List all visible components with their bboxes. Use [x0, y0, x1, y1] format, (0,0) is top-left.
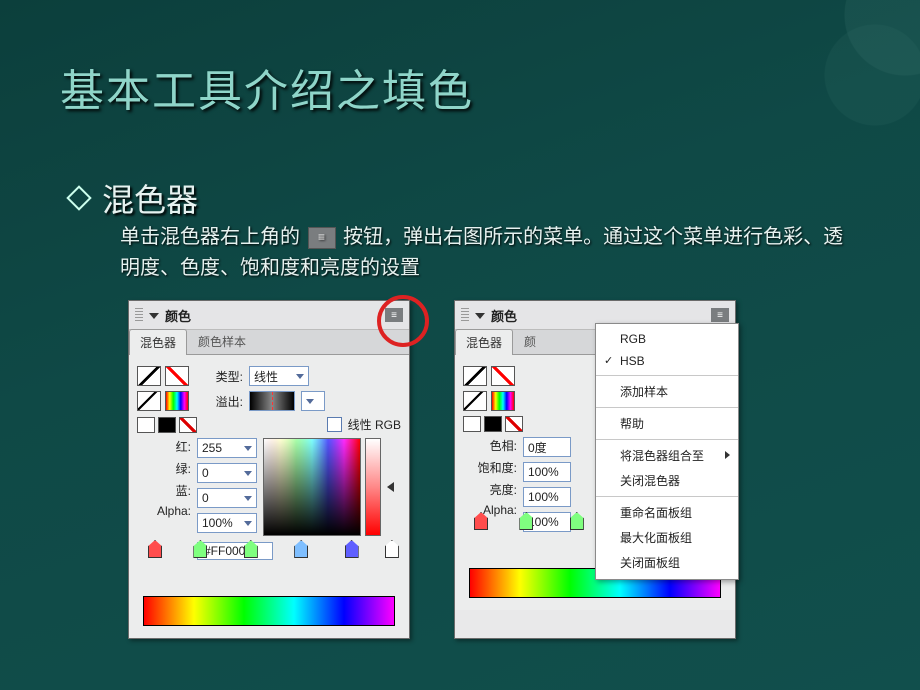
- fill-swatch[interactable]: [491, 366, 515, 386]
- lum-label: 亮度:: [490, 481, 517, 498]
- menu-item-close-group[interactable]: 关闭面板组: [596, 550, 738, 575]
- panels-row: 颜色 ≡ 混色器 颜色样本 类型: 线性: [128, 300, 736, 639]
- menu-item-add-swatch[interactable]: 添加样本: [596, 379, 738, 404]
- overflow-select[interactable]: [249, 391, 295, 411]
- hue-label: 色相:: [490, 437, 517, 454]
- gradient-stops[interactable]: [143, 560, 395, 578]
- panel-menu-button[interactable]: ≡: [385, 308, 403, 322]
- g-input[interactable]: 0: [197, 463, 257, 483]
- a-label: Alpha:: [483, 503, 517, 517]
- menu-item-close-mixer[interactable]: 关闭混色器: [596, 468, 738, 493]
- alpha-input[interactable]: 100%: [197, 513, 257, 533]
- rgb-area: 红: 绿: 蓝: Alpha: 255 0 0 100%: [137, 438, 401, 560]
- bucket-swatch[interactable]: [137, 391, 161, 411]
- g-label: 绿:: [176, 460, 191, 477]
- rainbow-swatch[interactable]: [165, 391, 189, 411]
- description: 单击混色器右上角的 ≡ 按钮，弹出右图所示的菜单。通过这个菜单进行色彩、透明度、…: [120, 222, 860, 284]
- r-label: 红:: [176, 438, 191, 455]
- panel-title: 颜色: [165, 306, 191, 325]
- tab-mixer[interactable]: 混色器: [129, 329, 187, 355]
- collapse-icon[interactable]: [149, 313, 159, 319]
- tab-bar: 混色器 颜色样本: [129, 330, 409, 355]
- gradient-preview[interactable]: [143, 596, 395, 626]
- menu-item-maximize[interactable]: 最大化面板组: [596, 525, 738, 550]
- sat-label: 饱和度:: [478, 459, 517, 476]
- section-heading: 混色器: [102, 175, 198, 221]
- linear-rgb-checkbox[interactable]: [327, 417, 342, 432]
- mode-icons[interactable]: [463, 416, 523, 432]
- menu-item-hsb[interactable]: HSB: [596, 350, 738, 372]
- color-panel-right: 颜色 ≡ 混色器 颜 RGB HSB 添加样本 帮助 将混色器组合至 关闭混色器…: [454, 300, 736, 639]
- panel-header: 颜色 ≡: [129, 301, 409, 330]
- type-select[interactable]: 线性: [249, 366, 309, 386]
- hue-slider[interactable]: [365, 438, 381, 536]
- menu-item-rename[interactable]: 重命名面板组: [596, 500, 738, 525]
- hue-marker-icon: [387, 482, 394, 492]
- hue-input[interactable]: 0度: [523, 437, 571, 457]
- panel-menu-icon: ≡: [308, 227, 336, 249]
- menu-item-help[interactable]: 帮助: [596, 411, 738, 436]
- a-label: Alpha:: [157, 504, 191, 518]
- panel-title: 颜色: [491, 306, 517, 325]
- panel-context-menu: RGB HSB 添加样本 帮助 将混色器组合至 关闭混色器 重命名面板组 最大化…: [595, 323, 739, 580]
- tab-swatches-cut[interactable]: 颜: [513, 328, 547, 354]
- panel-body: 类型: 线性 溢出:: [129, 355, 409, 638]
- overflow-dropdown[interactable]: [301, 391, 325, 411]
- slide: 基本工具介绍之填色 混色器 单击混色器右上角的 ≡ 按钮，弹出右图所示的菜单。通…: [0, 0, 920, 690]
- desc-text-before: 单击混色器右上角的: [120, 226, 300, 248]
- type-value: 线性: [254, 368, 278, 385]
- b-label: 蓝:: [176, 482, 191, 499]
- grip-icon: [135, 308, 143, 322]
- chevron-down-icon: [306, 399, 314, 404]
- lum-input[interactable]: 100%: [523, 487, 571, 507]
- fill-swatch[interactable]: [165, 366, 189, 386]
- sat-input[interactable]: 100%: [523, 462, 571, 482]
- overflow-label: 溢出:: [195, 393, 243, 410]
- color-picker[interactable]: [263, 438, 361, 536]
- linear-rgb-label: 线性 RGB: [348, 416, 401, 433]
- mode-icons[interactable]: [137, 417, 197, 433]
- section-bullet: 混色器: [70, 175, 198, 221]
- menu-item-rgb[interactable]: RGB: [596, 328, 738, 350]
- stroke-swatch[interactable]: [463, 366, 487, 386]
- color-panel-left: 颜色 ≡ 混色器 颜色样本 类型: 线性: [128, 300, 410, 639]
- rainbow-swatch[interactable]: [491, 391, 515, 411]
- stroke-swatch[interactable]: [137, 366, 161, 386]
- tab-swatches[interactable]: 颜色样本: [187, 328, 257, 354]
- chevron-down-icon: [296, 374, 304, 379]
- bullet-icon: [66, 185, 91, 210]
- collapse-icon[interactable]: [475, 313, 485, 319]
- r-input[interactable]: 255: [197, 438, 257, 458]
- tab-mixer[interactable]: 混色器: [455, 329, 513, 355]
- hex-input[interactable]: #FF0000: [197, 542, 273, 560]
- type-label: 类型:: [195, 368, 243, 385]
- b-input[interactable]: 0: [197, 488, 257, 508]
- menu-item-group[interactable]: 将混色器组合至: [596, 443, 738, 468]
- slide-title: 基本工具介绍之填色: [60, 55, 474, 119]
- bucket-swatch[interactable]: [463, 391, 487, 411]
- panel-menu-button[interactable]: ≡: [711, 308, 729, 322]
- grip-icon: [461, 308, 469, 322]
